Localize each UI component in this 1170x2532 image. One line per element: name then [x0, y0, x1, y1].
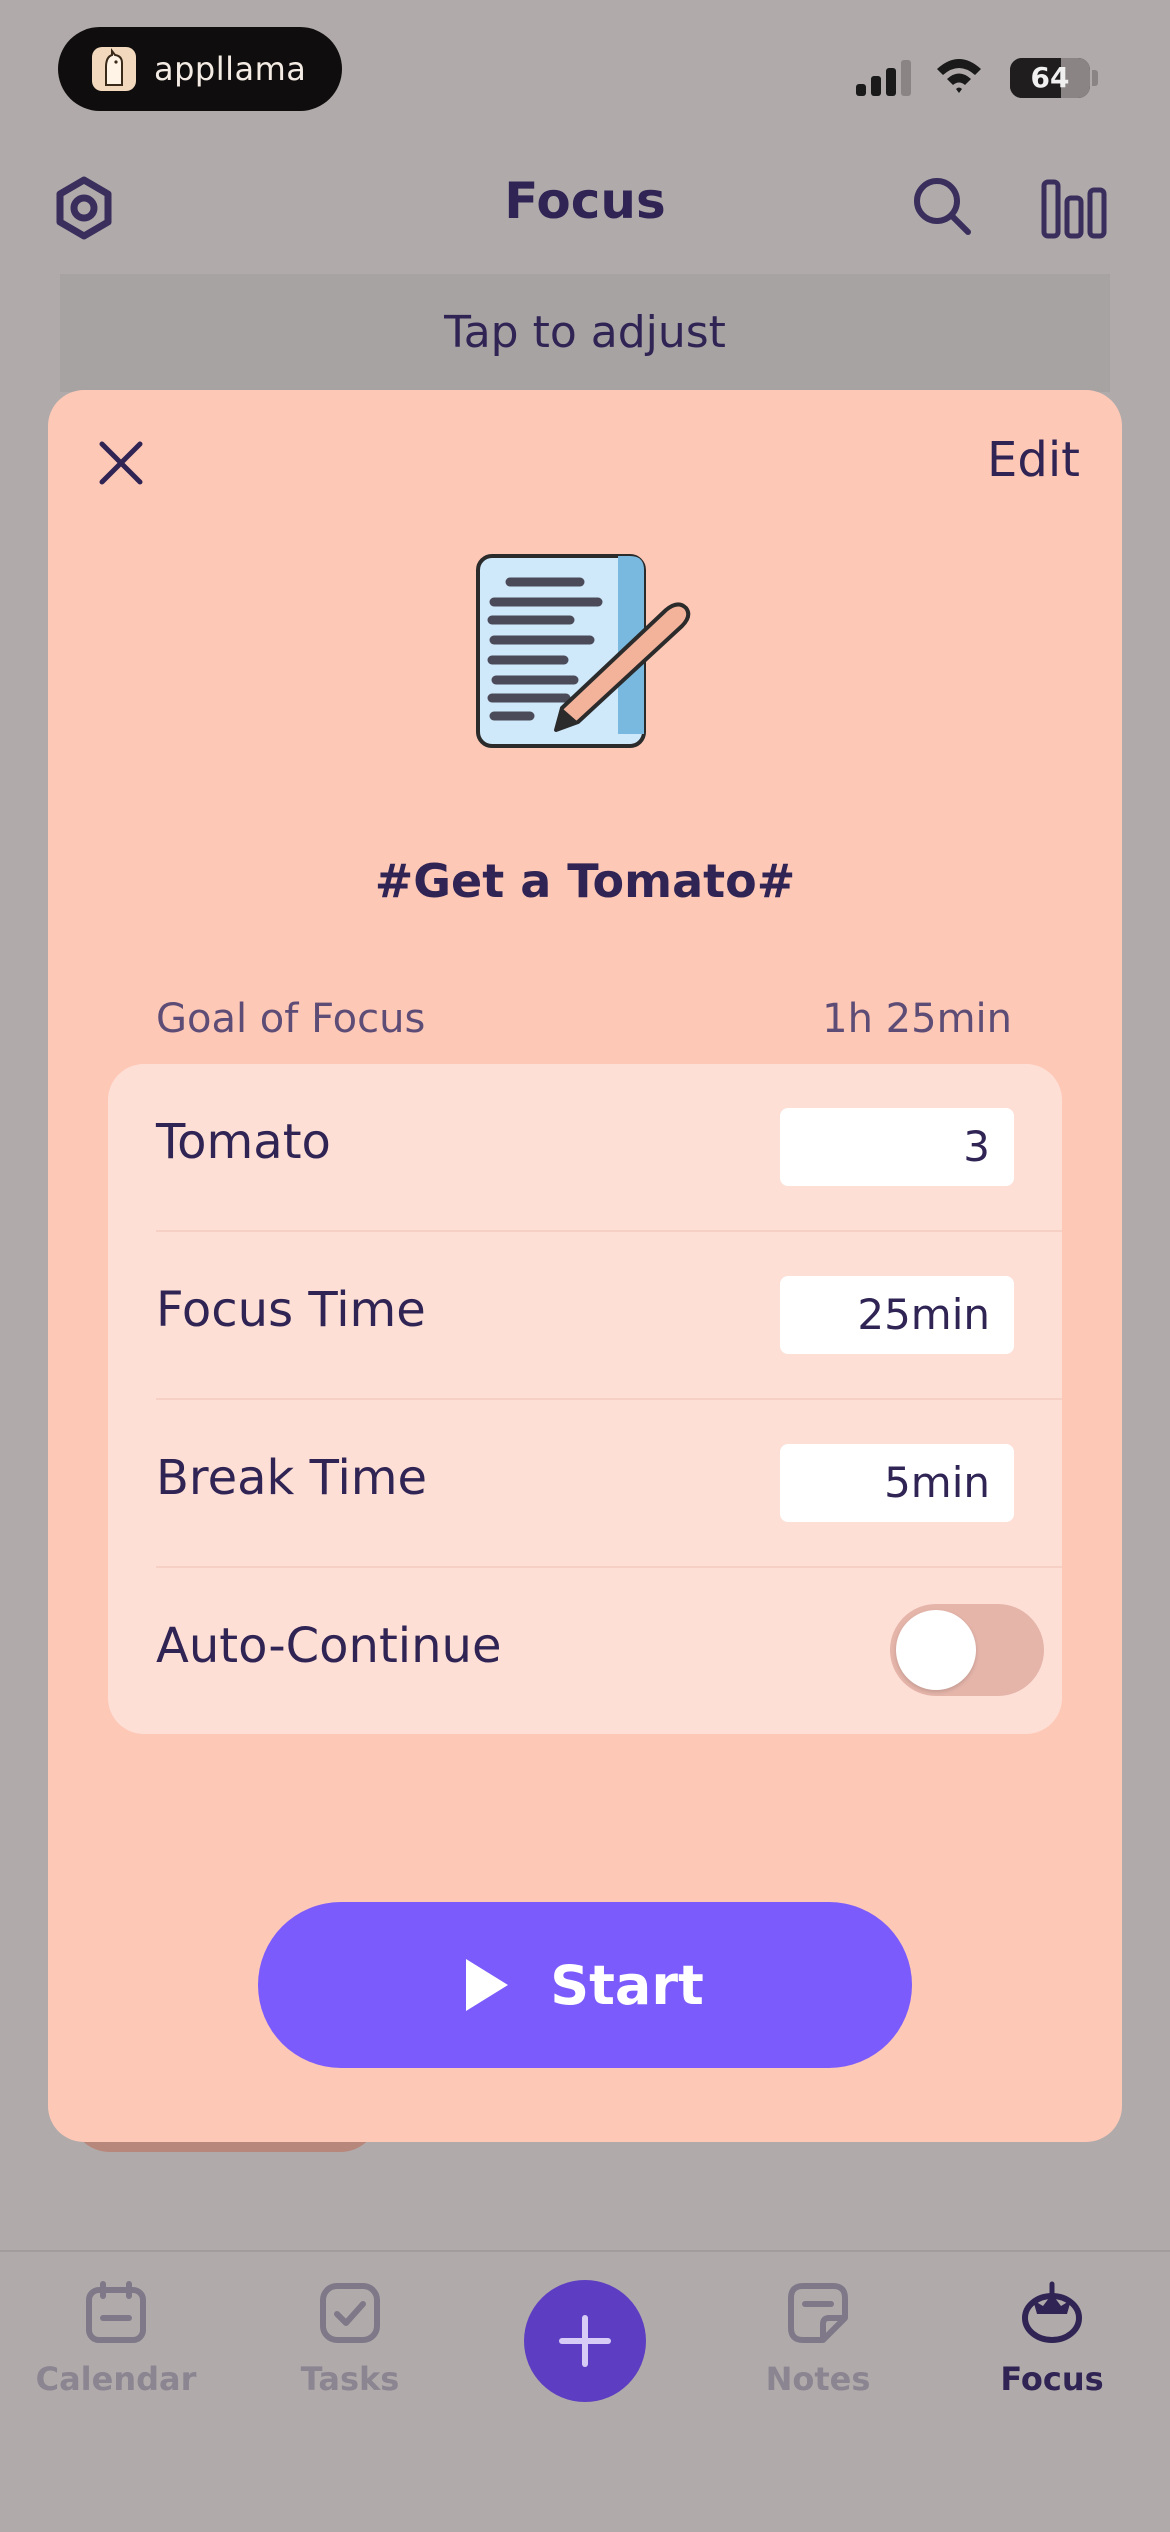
edit-button[interactable]: Edit: [940, 432, 1080, 488]
llama-logo-icon: [92, 47, 136, 91]
tab-tasks-label: Tasks: [300, 2360, 400, 2398]
tomato-count-input[interactable]: 3: [780, 1108, 1014, 1186]
focus-time-label: Focus Time: [156, 1282, 426, 1338]
row-divider: [156, 1566, 1062, 1568]
tab-notes[interactable]: Notes: [708, 2280, 928, 2398]
calendar-icon: [86, 2281, 146, 2343]
focus-time-input[interactable]: 25min: [780, 1276, 1014, 1354]
play-icon: [466, 1959, 509, 2011]
app-badge[interactable]: appllama: [58, 27, 342, 111]
plus-icon: [559, 2315, 611, 2367]
tab-tasks[interactable]: Tasks: [240, 2280, 460, 2398]
statistics-icon[interactable]: [1040, 176, 1108, 240]
add-button[interactable]: [524, 2280, 646, 2402]
cellular-signal-icon: [856, 58, 916, 96]
break-time-input[interactable]: 5min: [780, 1444, 1014, 1522]
battery-indicator: 64: [1010, 58, 1090, 98]
search-icon[interactable]: [910, 174, 974, 238]
tomato-count-label: Tomato: [156, 1114, 331, 1170]
tab-calendar[interactable]: Calendar: [6, 2280, 226, 2398]
goal-label: Goal of Focus: [156, 996, 426, 1042]
checkbox-icon: [320, 2283, 380, 2343]
battery-tip: [1092, 70, 1098, 86]
break-time-label: Break Time: [156, 1450, 428, 1506]
note-icon: [788, 2283, 848, 2343]
wifi-icon: [937, 59, 981, 93]
start-button[interactable]: Start: [258, 1902, 912, 2068]
session-title: #Get a Tomato#: [374, 854, 796, 908]
tomato-icon: [1022, 2281, 1082, 2343]
app-badge-label: appllama: [154, 50, 307, 88]
notepad-pen-illustration: [476, 554, 691, 748]
auto-continue-label: Auto-Continue: [156, 1618, 502, 1674]
close-icon[interactable]: [96, 438, 146, 488]
auto-continue-toggle[interactable]: [890, 1604, 1044, 1696]
battery-level: 64: [1030, 61, 1070, 94]
row-divider: [156, 1398, 1062, 1400]
tab-focus[interactable]: Focus: [942, 2280, 1162, 2398]
adjust-hint-bar[interactable]: Tap to adjust: [60, 274, 1110, 392]
tabbar-divider: [0, 2250, 1170, 2252]
page-title: Focus: [504, 172, 666, 230]
tab-focus-label: Focus: [1000, 2360, 1104, 2398]
toggle-knob: [896, 1610, 976, 1690]
row-divider: [156, 1230, 1062, 1232]
tab-notes-label: Notes: [765, 2360, 871, 2398]
tab-calendar-label: Calendar: [35, 2360, 197, 2398]
goal-value: 1h 25min: [822, 996, 1012, 1042]
start-button-label: Start: [550, 1953, 704, 2017]
